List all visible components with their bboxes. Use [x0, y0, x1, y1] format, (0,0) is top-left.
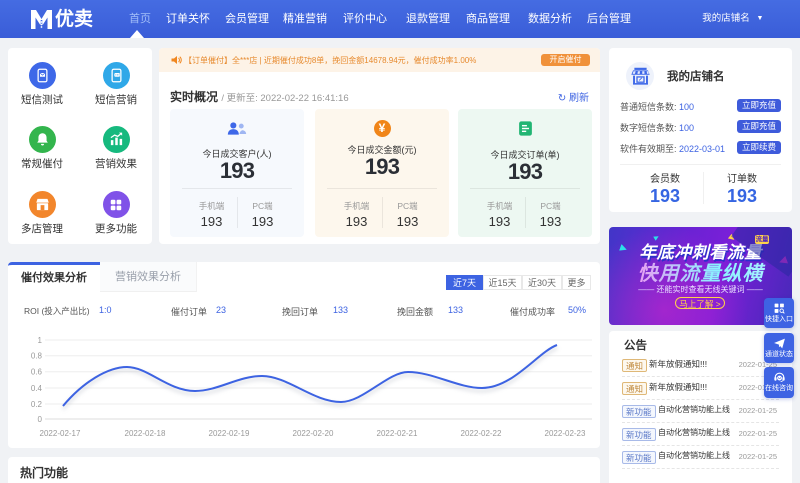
- svg-text:0.8: 0.8: [31, 352, 43, 361]
- svg-text:2022-02-22: 2022-02-22: [461, 429, 502, 438]
- svg-text:2022-02-21: 2022-02-21: [377, 429, 418, 438]
- svg-text:2022-02-23: 2022-02-23: [545, 429, 586, 438]
- svg-text:0.4: 0.4: [31, 384, 43, 393]
- svg-text:2022-02-20: 2022-02-20: [293, 429, 334, 438]
- svg-text:0.6: 0.6: [31, 368, 43, 377]
- svg-text:2022-02-19: 2022-02-19: [209, 429, 250, 438]
- svg-text:0: 0: [38, 415, 43, 424]
- svg-text:2022-02-18: 2022-02-18: [125, 429, 166, 438]
- svg-text:1: 1: [38, 336, 43, 345]
- svg-text:2022-02-17: 2022-02-17: [40, 429, 81, 438]
- svg-text:0.2: 0.2: [31, 400, 43, 409]
